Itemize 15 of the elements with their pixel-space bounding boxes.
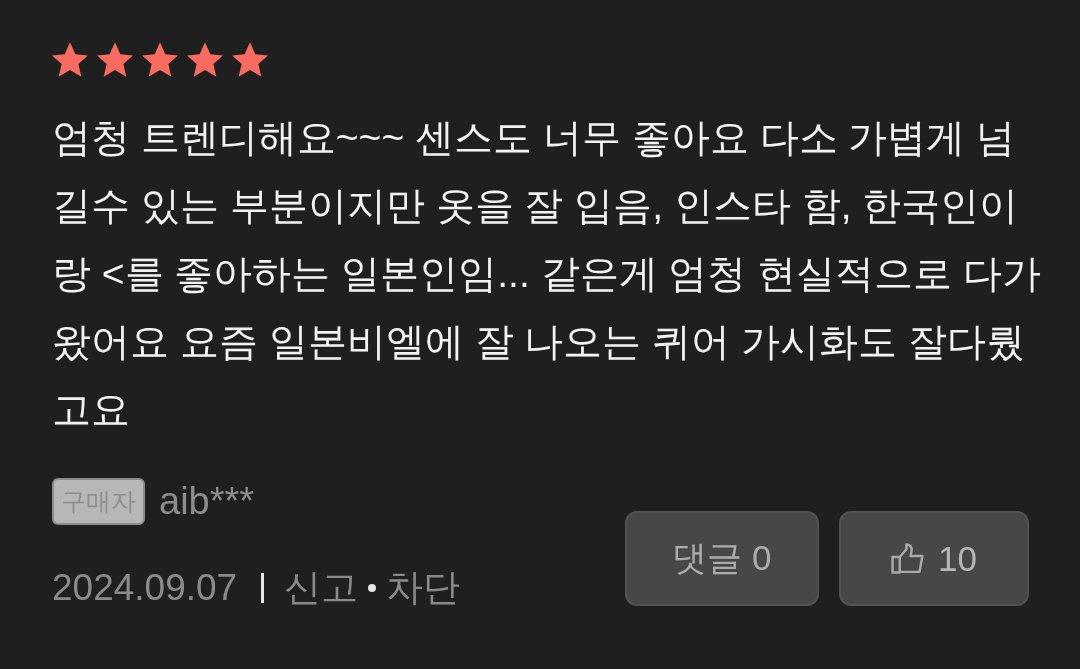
review-text: 엄청 트렌디해요~~~ 센스도 너무 좋아요 다소 가볍게 넘길수 있는 부분이지만 옷을 잘 입음, 인스타 함, 한국인이랑 <를 좋아하는 일본인임... 같은게 엄청 현실적으로 다가왔어요 요즘 일본비엘에 잘 나오는 퀴어 가시화도 잘다뤘고요 (52, 115, 1042, 433)
star-icon (232, 41, 268, 77)
star-icon (52, 41, 88, 77)
review-date: 2024.09.07 (52, 567, 238, 609)
like-button[interactable]: 10 (839, 511, 1029, 606)
star-icon (187, 41, 223, 77)
star-icon (142, 41, 178, 77)
action-link[interactable]: 신고 (284, 563, 359, 613)
thumbs-up-icon (891, 543, 927, 574)
star-icon (97, 41, 133, 77)
like-count: 10 (938, 538, 977, 579)
separator-dot (368, 584, 377, 592)
author-name: aib*** (159, 480, 255, 523)
comment-button[interactable]: 댓글 0 (625, 511, 819, 606)
action-link[interactable]: 차단 (386, 563, 461, 613)
